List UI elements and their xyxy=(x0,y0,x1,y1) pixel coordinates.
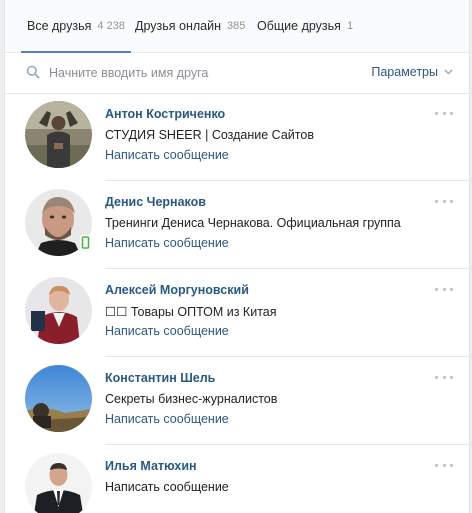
parameters-dropdown[interactable]: Параметры xyxy=(371,65,453,79)
avatar[interactable] xyxy=(25,365,92,432)
tab-label: Общие друзья xyxy=(257,19,341,33)
friend-subtitle[interactable]: Тренинги Дениса Чернакова. Официальная г… xyxy=(105,216,401,230)
friend-search-bar: Параметры xyxy=(5,53,469,94)
tab-mutual-friends[interactable]: Общие друзья 1 xyxy=(257,0,353,52)
write-message-link[interactable]: Написать сообщение xyxy=(105,236,229,250)
mobile-online-icon xyxy=(80,235,91,251)
chevron-down-icon xyxy=(444,69,453,75)
avatar[interactable] xyxy=(25,101,92,168)
more-icon[interactable] xyxy=(435,371,453,383)
friends-card: Все друзья 4 238 Друзья онлайн 385 Общие… xyxy=(4,0,470,513)
friend-name[interactable]: Денис Чернаков xyxy=(105,195,206,209)
write-message-link[interactable]: Написать сообщение xyxy=(105,324,229,338)
write-message-link[interactable]: Написать сообщение xyxy=(105,480,229,494)
tab-all-friends[interactable]: Все друзья 4 238 xyxy=(21,0,131,53)
friend-name[interactable]: Антон Костриченко xyxy=(105,107,225,121)
tab-count: 385 xyxy=(227,20,246,32)
tab-online-friends[interactable]: Друзья онлайн 385 xyxy=(135,0,245,52)
friend-row: Денис Чернаков Тренинги Дениса Чернакова… xyxy=(5,181,469,269)
friend-row: Алексей Моргуновский ☐☐ Товары ОПТОМ из … xyxy=(5,269,469,357)
write-message-link[interactable]: Написать сообщение xyxy=(105,412,229,426)
more-icon[interactable] xyxy=(435,107,453,119)
friend-row: Антон Костриченко СТУДИЯ SHEER | Создани… xyxy=(5,93,469,181)
friend-name[interactable]: Илья Матюхин xyxy=(105,459,197,473)
more-icon[interactable] xyxy=(435,283,453,295)
friend-name[interactable]: Алексей Моргуновский xyxy=(105,283,249,297)
avatar[interactable] xyxy=(25,453,92,513)
friend-subtitle[interactable]: Секреты бизнес-журналистов xyxy=(105,392,277,406)
tab-count: 4 238 xyxy=(97,20,125,32)
more-icon[interactable] xyxy=(435,195,453,207)
friend-row: Илья Матюхин Написать сообщение xyxy=(5,445,469,513)
search-input[interactable] xyxy=(49,63,299,83)
friend-name[interactable]: Константин Шель xyxy=(105,371,215,385)
tab-count: 1 xyxy=(346,20,354,32)
friend-subtitle[interactable]: СТУДИЯ SHEER | Создание Сайтов xyxy=(105,128,314,142)
friends-tabs: Все друзья 4 238 Друзья онлайн 385 Общие… xyxy=(5,0,469,53)
friend-row: Константин Шель Секреты бизнес-журналист… xyxy=(5,357,469,445)
parameters-label: Параметры xyxy=(371,65,438,79)
search-icon xyxy=(26,65,40,79)
write-message-link[interactable]: Написать сообщение xyxy=(105,148,229,162)
tab-label: Друзья онлайн xyxy=(135,19,221,33)
avatar[interactable] xyxy=(25,277,92,344)
more-icon[interactable] xyxy=(435,459,453,471)
friend-subtitle[interactable]: ☐☐ Товары ОПТОМ из Китая xyxy=(105,304,277,319)
tab-label: Все друзья xyxy=(27,19,92,33)
